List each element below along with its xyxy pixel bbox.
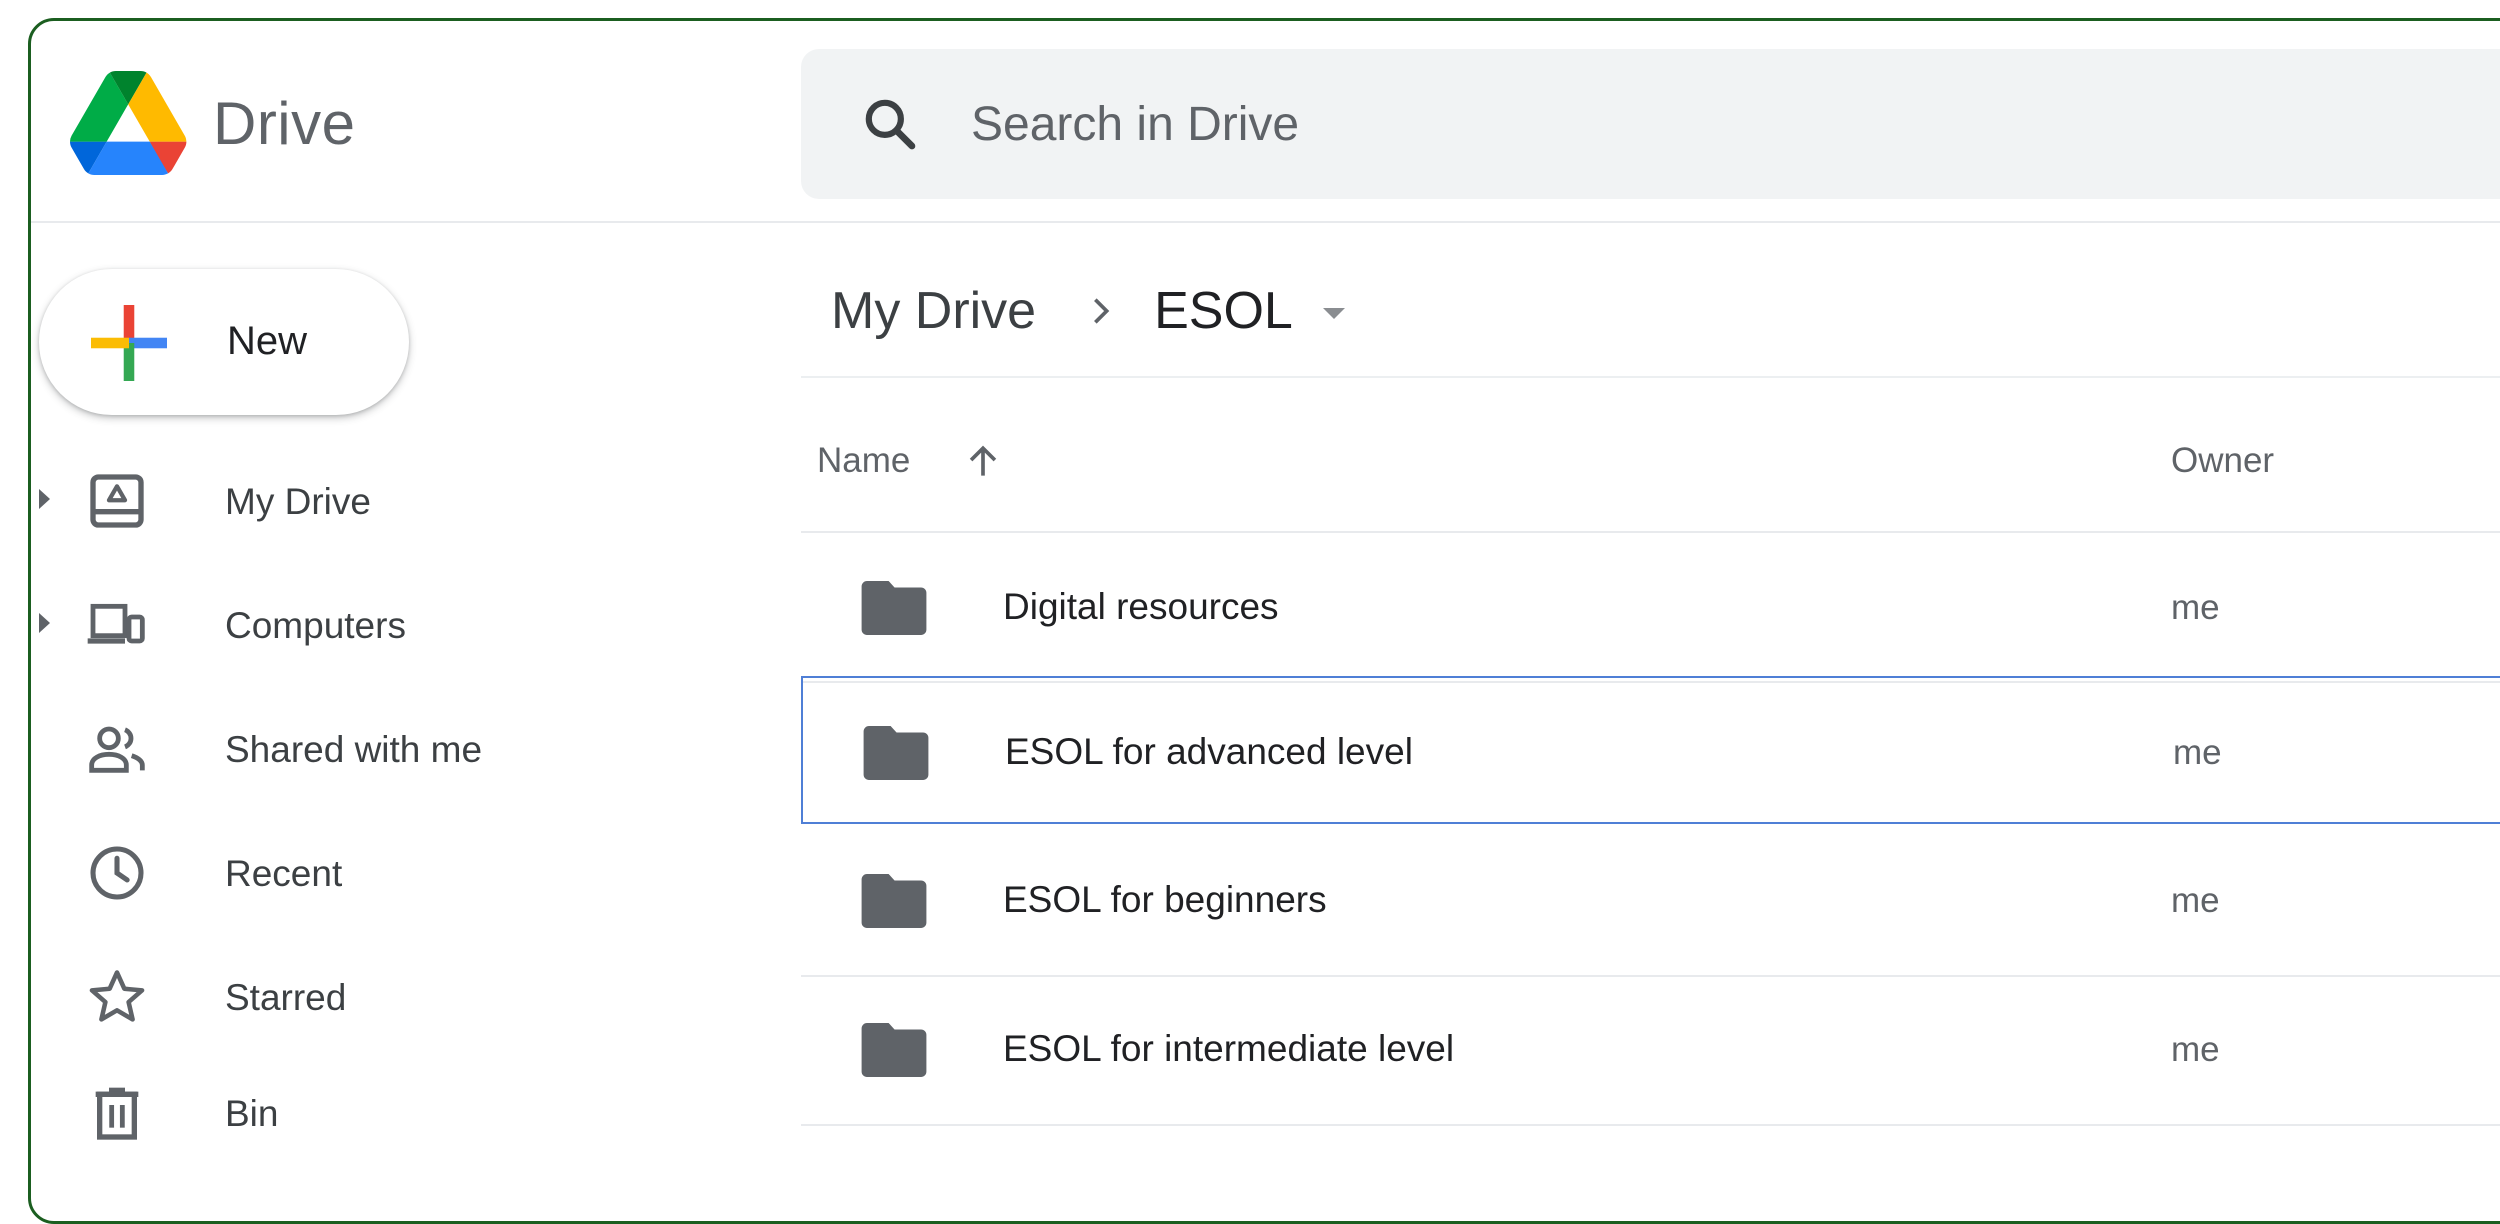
trash-icon (95, 1087, 139, 1140)
breadcrumb: My Drive ESOL (831, 271, 1345, 351)
file-owner: me (2171, 881, 2220, 920)
sidebar-item-label: Recent (225, 853, 343, 894)
expand-arrow-icon[interactable] (39, 489, 50, 509)
search-bar[interactable]: Search in Drive (801, 49, 2500, 199)
star-icon (89, 970, 145, 1022)
folder-icon (861, 581, 927, 635)
column-header-name[interactable]: Name (817, 441, 910, 481)
file-owner: me (2171, 1030, 2220, 1069)
shared-icon (89, 726, 145, 773)
plus-icon (91, 305, 167, 381)
sidebar-item-starred[interactable]: Starred (31, 945, 751, 1045)
sidebar-item-computers[interactable]: Computers (31, 573, 751, 673)
sidebar-item-label: Starred (225, 977, 347, 1018)
sidebar-item-label: Bin (225, 1093, 279, 1134)
sidebar-item-bin[interactable]: Bin (31, 1061, 751, 1161)
expand-arrow-icon[interactable] (39, 613, 50, 633)
sidebar-item-my-drive[interactable]: My Drive (31, 449, 751, 549)
breadcrumb-root[interactable]: My Drive (831, 281, 1036, 341)
header-divider (31, 221, 2500, 223)
table-row[interactable]: ESOL for advanced level me (801, 676, 2500, 824)
table-row[interactable]: Digital resources me (801, 533, 2500, 681)
clock-icon (90, 846, 144, 900)
row-divider (801, 1124, 2500, 1126)
sidebar-item-shared-with-me[interactable]: Shared with me (31, 697, 751, 797)
new-button[interactable]: New (39, 269, 409, 415)
sidebar-item-label: Shared with me (225, 729, 483, 770)
sort-ascending-icon[interactable] (961, 439, 1005, 483)
computers-icon (87, 603, 145, 644)
chevron-right-icon (1094, 298, 1110, 324)
drive-logo-icon[interactable] (69, 71, 187, 175)
sidebar-item-label: Computers (225, 605, 406, 646)
sidebar-item-label: My Drive (225, 481, 371, 522)
sidebar-item-recent[interactable]: Recent (31, 821, 751, 921)
breadcrumb-divider (801, 376, 2500, 378)
new-button-label: New (227, 319, 308, 363)
file-name: ESOL for advanced level (1005, 731, 1413, 772)
search-icon[interactable] (859, 93, 921, 155)
file-name: Digital resources (1003, 586, 1279, 627)
dropdown-caret-icon[interactable] (1322, 307, 1345, 319)
search-input[interactable]: Search in Drive (971, 97, 1299, 152)
my-drive-icon (90, 474, 144, 528)
file-owner: me (2171, 588, 2220, 627)
breadcrumb-current[interactable]: ESOL (1154, 281, 1293, 341)
file-owner: me (2173, 733, 2222, 772)
folder-icon (861, 1023, 927, 1077)
table-row[interactable]: ESOL for intermediate level me (801, 975, 2500, 1123)
app-name: Drive (213, 90, 356, 157)
column-header-owner[interactable]: Owner (2171, 441, 2274, 481)
file-name: ESOL for intermediate level (1003, 1028, 1455, 1069)
file-name: ESOL for beginners (1003, 879, 1327, 920)
app-window: Drive Search in Drive New My Drive Compu… (28, 18, 2500, 1224)
table-row[interactable]: ESOL for beginners me (801, 826, 2500, 974)
folder-icon (861, 874, 927, 928)
folder-icon (863, 726, 929, 780)
